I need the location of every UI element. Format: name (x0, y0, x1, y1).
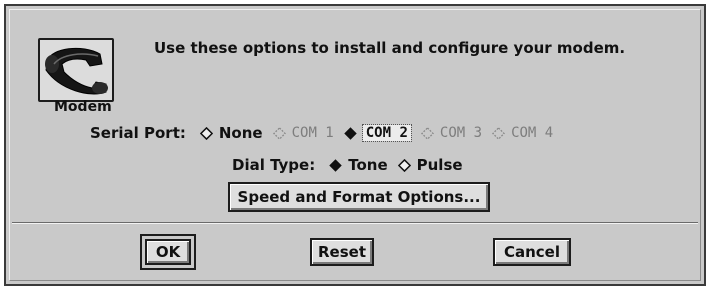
telephone-handset-icon (45, 47, 108, 95)
intro-text: Use these options to install and configu… (154, 39, 626, 57)
modem-icon-label: Modem (54, 99, 112, 115)
filled-diamond-icon (329, 158, 342, 172)
serial-port-option-com1[interactable]: COM 1 (272, 125, 334, 141)
serial-port-label: Serial Port: (90, 124, 186, 142)
modem-icon-frame (38, 38, 114, 102)
serial-port-option-com4[interactable]: COM 4 (492, 125, 553, 141)
ok-button[interactable]: OK (145, 239, 191, 265)
dial-type-option-label: Tone (348, 156, 388, 174)
hollow-diamond-icon (272, 126, 286, 140)
separator (12, 222, 698, 224)
serial-port-option-label: None (218, 124, 263, 142)
dial-type-option-pulse[interactable]: Pulse (397, 156, 463, 174)
hollow-diamond-icon (199, 126, 213, 140)
serial-port-option-com3[interactable]: COM 3 (420, 125, 483, 141)
serial-port-option-label: COM 4 (511, 125, 554, 141)
cancel-button[interactable]: Cancel (493, 238, 571, 266)
serial-port-option-com2[interactable]: COM 2 (344, 124, 412, 142)
dial-type-row: Dial Type: Tone Pulse (232, 156, 473, 174)
hollow-diamond-icon (420, 126, 434, 140)
serial-port-option-none[interactable]: None (199, 124, 263, 142)
dial-type-option-label: Pulse (416, 156, 463, 174)
serial-port-row: Serial Port: None COM 1 COM 2 COM 3 COM … (90, 124, 563, 142)
modem-settings-dialog: Modem Use these options to install and c… (4, 4, 706, 286)
serial-port-option-label: COM 3 (439, 125, 483, 141)
serial-port-option-label: COM 2 (361, 124, 412, 142)
dial-type-option-tone[interactable]: Tone (329, 156, 388, 174)
dial-type-label: Dial Type: (232, 156, 316, 174)
hollow-diamond-icon (397, 158, 411, 172)
hollow-diamond-icon (492, 126, 506, 140)
filled-diamond-icon (344, 126, 357, 140)
speed-format-options-button[interactable]: Speed and Format Options... (228, 182, 490, 212)
reset-button[interactable]: Reset (310, 238, 374, 266)
serial-port-option-label: COM 1 (291, 125, 334, 141)
